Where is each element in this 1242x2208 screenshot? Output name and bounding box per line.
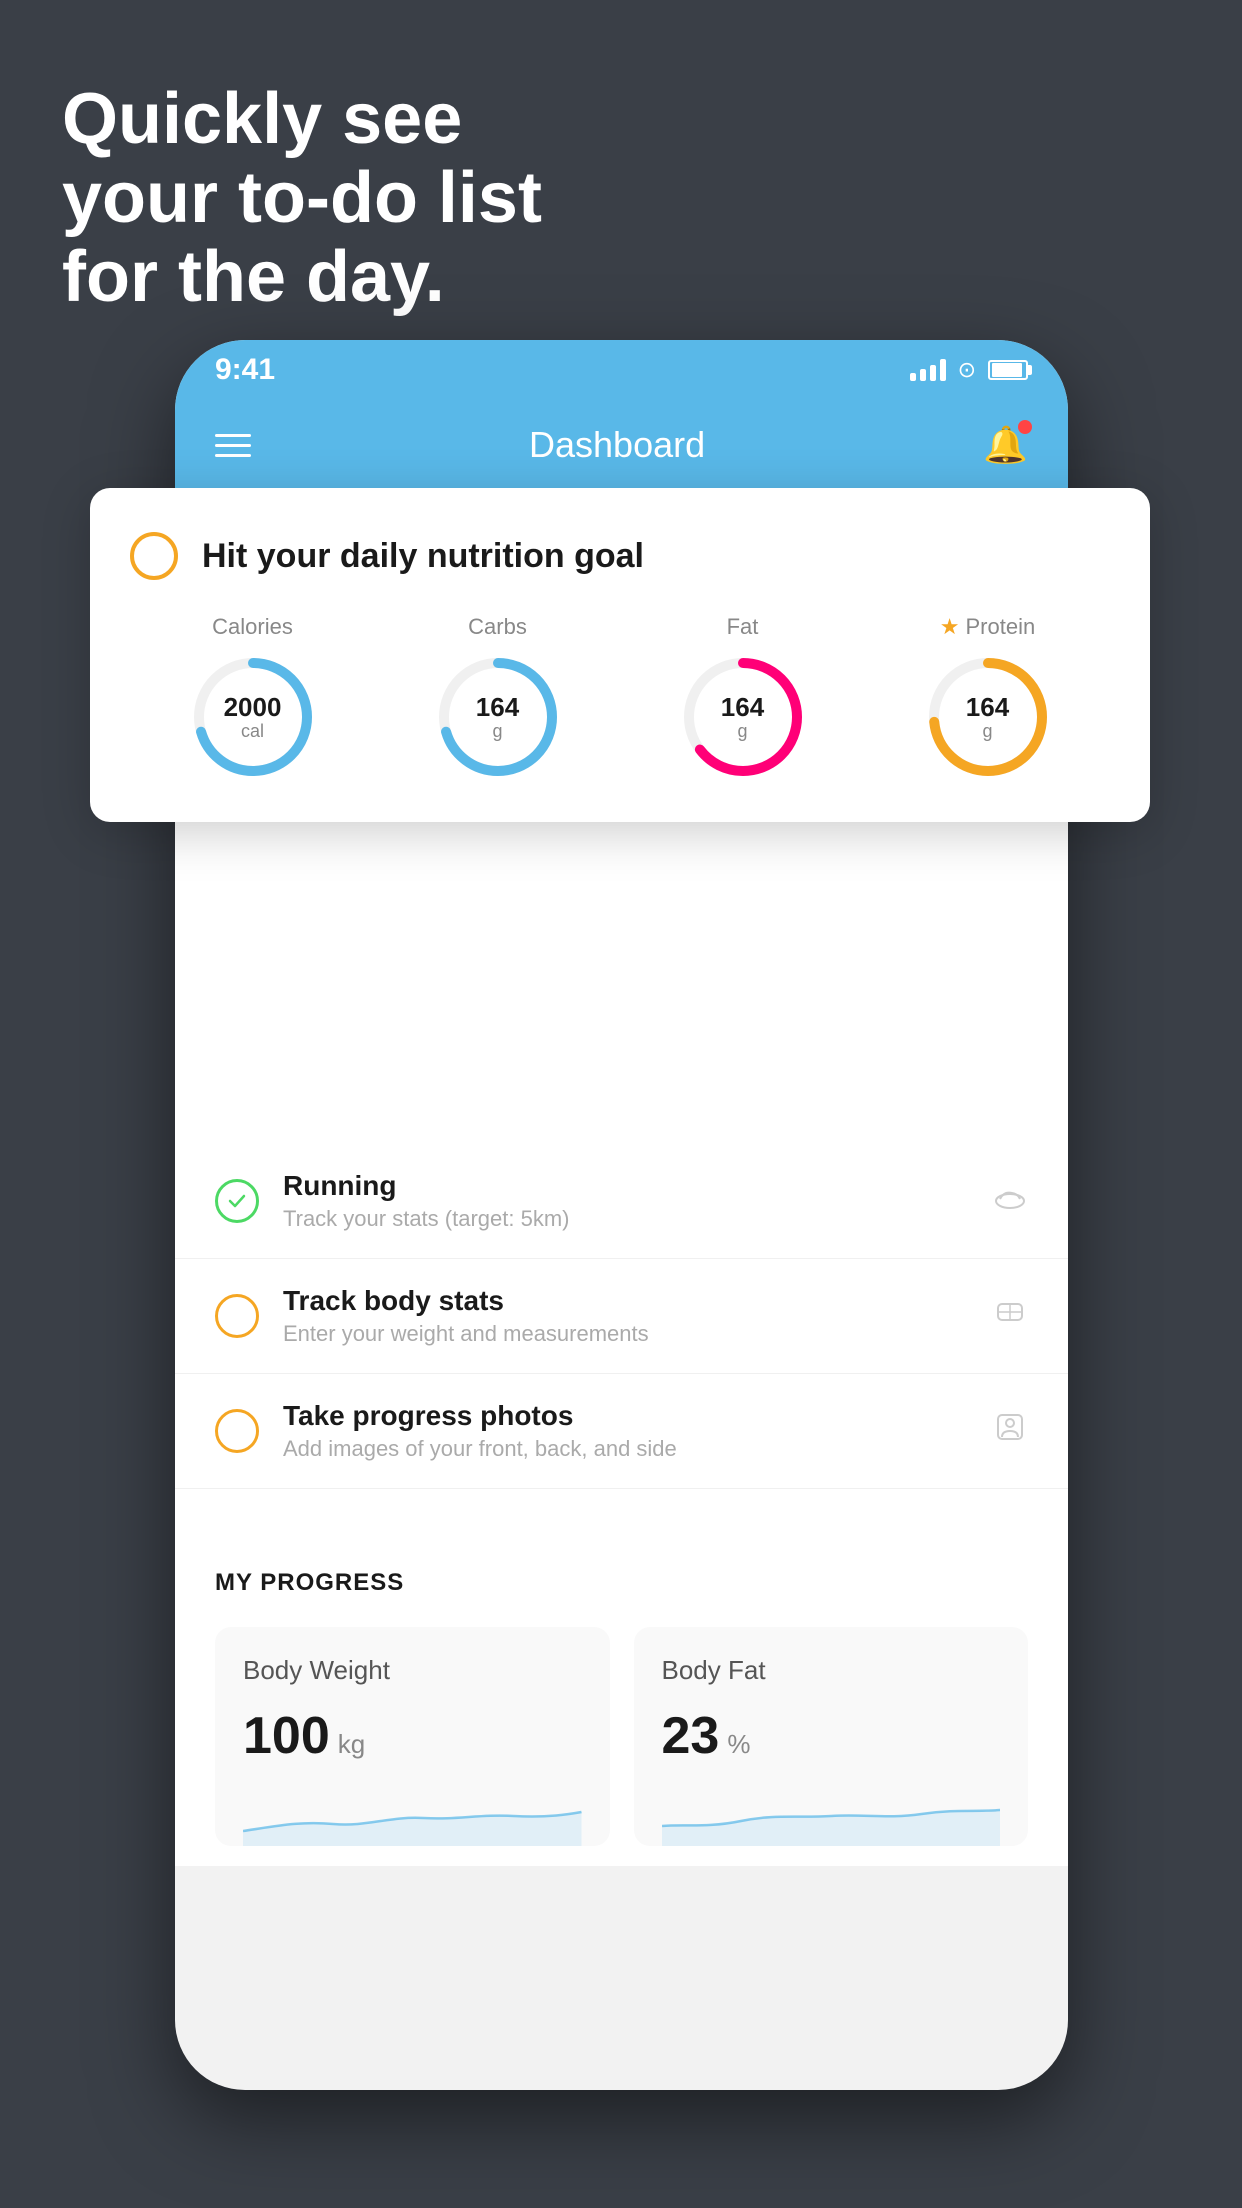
carbs-label: Carbs [468, 614, 527, 640]
nutrition-stats: Calories 2000 cal Carbs [130, 614, 1110, 782]
card-title-row: Hit your daily nutrition goal [130, 532, 1110, 580]
nav-title: Dashboard [529, 424, 705, 466]
wifi-icon: ⊙ [958, 357, 976, 383]
body-weight-unit: kg [338, 1729, 365, 1760]
body-weight-value-row: 100 kg [243, 1706, 582, 1766]
protein-circle: 164 g [923, 652, 1053, 782]
body-fat-chart [662, 1786, 1001, 1846]
stat-protein: ★ Protein 164 g [923, 614, 1053, 782]
task-status-photos [215, 1409, 259, 1453]
star-icon: ★ [940, 614, 960, 640]
stat-calories: Calories 2000 cal [188, 614, 318, 782]
notification-bell-button[interactable]: 🔔 [983, 424, 1028, 466]
signal-icon [910, 359, 946, 381]
status-time: 9:41 [215, 353, 275, 387]
task-status-running [215, 1179, 259, 1223]
calories-circle: 2000 cal [188, 652, 318, 782]
person-icon [992, 1409, 1028, 1453]
shoe-icon [992, 1179, 1028, 1223]
scale-icon [992, 1294, 1028, 1338]
status-bar: 9:41 ⊙ [175, 340, 1068, 400]
task-sub-photos: Add images of your front, back, and side [283, 1436, 968, 1462]
task-info-photos: Take progress photos Add images of your … [283, 1400, 968, 1462]
progress-header: MY PROGRESS [215, 1569, 1028, 1597]
body-weight-value: 100 [243, 1706, 330, 1766]
nutrition-card: Hit your daily nutrition goal Calories 2… [90, 488, 1150, 822]
body-fat-value-row: 23 % [662, 1706, 1001, 1766]
task-item-photos[interactable]: Take progress photos Add images of your … [175, 1374, 1068, 1489]
body-fat-label: Body Fat [662, 1655, 1001, 1686]
fat-label: Fat [727, 614, 759, 640]
body-weight-label: Body Weight [243, 1655, 582, 1686]
carbs-circle: 164 g [433, 652, 563, 782]
body-fat-card: Body Fat 23 % [634, 1627, 1029, 1846]
nutrition-check-circle[interactable] [130, 532, 178, 580]
nav-bar: Dashboard 🔔 [175, 400, 1068, 490]
body-weight-card: Body Weight 100 kg [215, 1627, 610, 1846]
stat-carbs: Carbs 164 g [433, 614, 563, 782]
task-name-body-stats: Track body stats [283, 1285, 968, 1317]
status-icons: ⊙ [910, 357, 1028, 383]
protein-label: ★ Protein [940, 614, 1035, 640]
body-fat-unit: % [727, 1729, 750, 1760]
fat-circle: 164 g [678, 652, 808, 782]
body-weight-chart [243, 1786, 582, 1846]
task-info-running: Running Track your stats (target: 5km) [283, 1170, 968, 1232]
task-item-body-stats[interactable]: Track body stats Enter your weight and m… [175, 1259, 1068, 1374]
battery-icon [988, 360, 1028, 380]
task-status-body-stats [215, 1294, 259, 1338]
stat-fat: Fat 164 g [678, 614, 808, 782]
task-list: Running Track your stats (target: 5km) T… [175, 864, 1068, 1489]
calories-label: Calories [212, 614, 293, 640]
card-title: Hit your daily nutrition goal [202, 537, 644, 576]
notification-dot [1018, 420, 1032, 434]
menu-button[interactable] [215, 434, 251, 457]
task-name-running: Running [283, 1170, 968, 1202]
task-sub-body-stats: Enter your weight and measurements [283, 1321, 968, 1347]
body-fat-value: 23 [662, 1706, 720, 1766]
task-info-body-stats: Track body stats Enter your weight and m… [283, 1285, 968, 1347]
check-icon [227, 1191, 247, 1211]
headline: Quickly see your to-do list for the day. [62, 80, 542, 318]
task-name-photos: Take progress photos [283, 1400, 968, 1432]
task-sub-running: Track your stats (target: 5km) [283, 1206, 968, 1232]
task-item-running[interactable]: Running Track your stats (target: 5km) [175, 1144, 1068, 1259]
progress-section: MY PROGRESS Body Weight 100 kg [175, 1529, 1068, 1866]
progress-cards: Body Weight 100 kg Body Fat [215, 1627, 1028, 1846]
